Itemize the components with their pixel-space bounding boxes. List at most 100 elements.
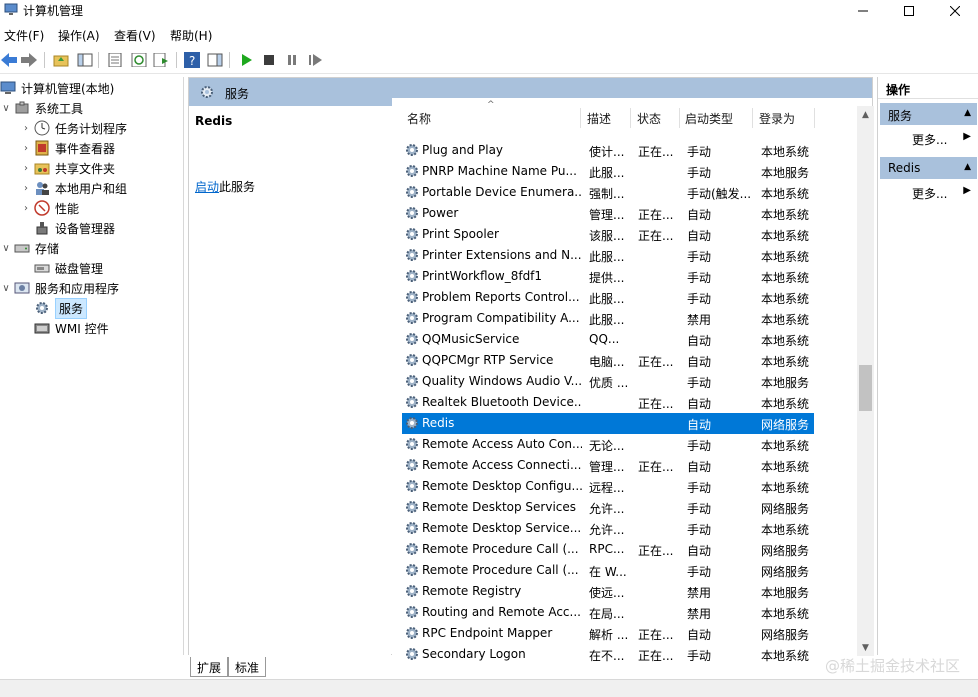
collapse-icon[interactable]: ▲ (964, 162, 971, 172)
service-gear-icon (404, 331, 420, 347)
service-row[interactable]: Remote Desktop Service... 允许... 手动 本地系统 (402, 518, 814, 539)
service-row[interactable]: Power 管理... 正在... 自动 本地系统 (402, 203, 814, 224)
tree-system-tools[interactable]: ∨ 系统工具 (0, 98, 83, 118)
column-header-description[interactable]: 描述 (587, 110, 611, 127)
show-hide-tree-button[interactable] (76, 51, 94, 69)
service-row[interactable]: Remote Desktop Configu... 远程... 手动 本地系统 (402, 476, 814, 497)
chevron-down-icon[interactable]: ∨ (0, 243, 12, 254)
vertical-scrollbar[interactable]: ▲ ▼ (857, 106, 874, 656)
refresh-button[interactable] (130, 51, 148, 69)
close-button[interactable] (932, 0, 978, 22)
scroll-up-button[interactable]: ▲ (857, 106, 874, 123)
service-row[interactable]: QQMusicService QQ... 自动 本地系统 (402, 329, 814, 350)
chevron-down-icon[interactable]: ∨ (0, 103, 12, 114)
actions-section-redis[interactable]: Redis ▲ (880, 157, 977, 179)
show-hide-action-pane-button[interactable] (206, 51, 224, 69)
service-row[interactable]: Remote Access Auto Con... 无论... 手动 本地系统 (402, 434, 814, 455)
service-row[interactable]: Program Compatibility A... 此服... 禁用 本地系统 (402, 308, 814, 329)
actions-more-services[interactable]: 更多... ▶ (880, 127, 977, 149)
scroll-down-button[interactable]: ▼ (857, 639, 874, 656)
service-startup-cell: 手动 (687, 250, 712, 264)
service-logon-cell: 本地系统 (761, 313, 810, 327)
service-row[interactable]: Quality Windows Audio V... 优质 ... 手动 本地服务 (402, 371, 814, 392)
column-header-status[interactable]: 状态 (637, 110, 661, 127)
stop-service-button[interactable] (260, 51, 278, 69)
service-row[interactable]: Routing and Remote Acc... 在局... 禁用 本地系统 (402, 602, 814, 623)
export-list-button[interactable] (152, 51, 170, 69)
column-separator[interactable] (679, 108, 680, 128)
folder-up-icon (53, 55, 69, 67)
restart-service-button[interactable] (306, 51, 324, 69)
help-button[interactable]: ? (183, 51, 201, 69)
service-row[interactable]: Printer Extensions and N... 此服... 手动 本地系统 (402, 245, 814, 266)
pause-service-button[interactable] (283, 51, 301, 69)
service-row[interactable]: Redis 自动 网络服务 (402, 413, 814, 434)
service-name-cell: QQPCMgr RTP Service (422, 353, 554, 367)
column-header-logon[interactable]: 登录为 (759, 110, 795, 127)
service-description-cell: 解析 ... (589, 628, 629, 642)
chevron-right-icon[interactable]: › (20, 183, 32, 194)
service-logon-cell: 本地服务 (761, 376, 810, 390)
actions-more-redis[interactable]: 更多... ▶ (880, 181, 977, 203)
service-row[interactable]: Remote Registry 使远... 禁用 本地服务 (402, 581, 814, 602)
tree-local-users[interactable]: › 本地用户和组 (20, 178, 127, 198)
chevron-right-icon[interactable]: › (20, 163, 32, 174)
tree-shared-folders[interactable]: › 共享文件夹 (20, 158, 115, 178)
tree-event-viewer[interactable]: › 事件查看器 (20, 138, 115, 158)
tree-services-apps[interactable]: ∨ 服务和应用程序 (0, 278, 119, 298)
menu-action[interactable]: 操作(A) (58, 27, 100, 44)
tab-standard[interactable]: 标准 (228, 657, 267, 677)
forward-button[interactable] (20, 51, 38, 69)
tree-performance[interactable]: › 性能 (20, 198, 79, 218)
menu-view[interactable]: 查看(V) (114, 27, 156, 44)
actions-section-services[interactable]: 服务 ▲ (880, 103, 977, 125)
service-row[interactable]: QQPCMgr RTP Service 电脑... 正在... 自动 本地系统 (402, 350, 814, 371)
tree-disk-management[interactable]: 磁盘管理 (32, 258, 103, 278)
column-separator[interactable] (580, 108, 581, 128)
submenu-arrow-icon: ▶ (963, 131, 971, 142)
service-row[interactable]: PNRP Machine Name Pu... 此服... 手动 本地服务 (402, 161, 814, 182)
service-row[interactable]: Remote Procedure Call (... RPC... 正在... 自动 网… (402, 539, 814, 560)
service-row[interactable]: PrintWorkflow_8fdf1 提供... 手动 本地系统 (402, 266, 814, 287)
window-title: 计算机管理 (23, 4, 84, 18)
properties-button[interactable] (106, 51, 124, 69)
tree-services[interactable]: 服务 (32, 297, 88, 319)
service-status-cell: 正在... (638, 145, 674, 159)
service-row[interactable]: Print Spooler 该服... 正在... 自动 本地系统 (402, 224, 814, 245)
service-row[interactable]: Realtek Bluetooth Device... 正在... 自动 本地系统 (402, 392, 814, 413)
chevron-right-icon[interactable]: › (20, 123, 32, 134)
service-row[interactable]: Remote Desktop Services 允许... 手动 网络服务 (402, 497, 814, 518)
service-logon-cell: 本地系统 (761, 523, 810, 537)
scrollbar-thumb[interactable] (859, 365, 872, 411)
service-row[interactable]: Portable Device Enumera... 强制... 手动(触发... 本… (402, 182, 814, 203)
minimize-button[interactable] (840, 0, 886, 22)
chevron-right-icon[interactable]: › (20, 143, 32, 154)
start-service-button[interactable] (237, 51, 255, 69)
start-service-link[interactable]: 启动 (195, 180, 219, 194)
menu-file[interactable]: 文件(F) (4, 27, 44, 44)
collapse-icon[interactable]: ▲ (964, 108, 971, 118)
tree-wmi[interactable]: WMI 控件 (32, 318, 109, 338)
column-header-startup[interactable]: 启动类型 (685, 110, 733, 127)
tree-storage[interactable]: ∨ 存储 (0, 238, 59, 258)
tree-device-manager[interactable]: 设备管理器 (32, 218, 115, 238)
menu-help[interactable]: 帮助(H) (170, 27, 212, 44)
column-separator[interactable] (752, 108, 753, 128)
chevron-down-icon[interactable]: ∨ (0, 283, 12, 294)
column-header-name[interactable]: 名称 (407, 110, 431, 127)
maximize-button[interactable] (886, 0, 932, 22)
tab-extended[interactable]: 扩展 (190, 657, 229, 677)
service-row[interactable]: RPC Endpoint Mapper 解析 ... 正在... 自动 网络服务 (402, 623, 814, 644)
column-separator[interactable] (630, 108, 631, 128)
service-row[interactable]: Remote Procedure Call (... 在 W... 手动 网络服务 (402, 560, 814, 581)
service-row[interactable]: Remote Access Connecti... 管理... 正在... 自动 本地系… (402, 455, 814, 476)
chevron-right-icon[interactable]: › (20, 203, 32, 214)
up-folder-button[interactable] (52, 51, 70, 69)
service-row[interactable]: Problem Reports Control... 此服... 手动 本地系统 (402, 287, 814, 308)
service-row[interactable]: Plug and Play 使计... 正在... 手动 本地系统 (402, 140, 814, 161)
back-button[interactable] (0, 51, 18, 69)
column-separator[interactable] (814, 108, 815, 128)
tree-root[interactable]: 计算机管理(本地) (0, 78, 114, 98)
service-name-cell: Redis (422, 416, 455, 430)
tree-task-scheduler[interactable]: › 任务计划程序 (20, 118, 127, 138)
